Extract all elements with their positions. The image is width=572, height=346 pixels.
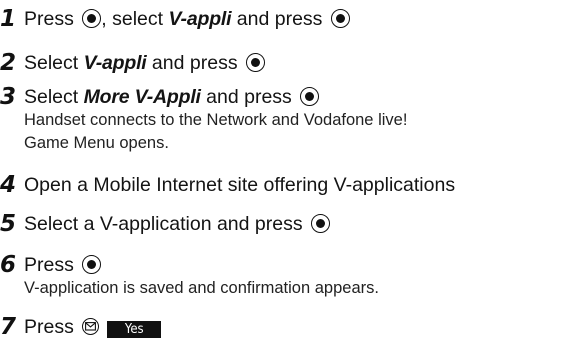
step-text: Select a V-application and press bbox=[24, 211, 331, 237]
center-select-key-icon bbox=[246, 53, 265, 72]
step-text: Open a Mobile Internet site offering V-a… bbox=[24, 174, 456, 196]
center-select-key-icon bbox=[311, 214, 331, 233]
step-text: Select V-appli and press bbox=[24, 50, 265, 76]
step-text-part: Press bbox=[24, 316, 80, 338]
step-text-part: Select a V-application and press bbox=[24, 213, 309, 235]
step-text-part: Select bbox=[24, 86, 84, 108]
menu-item-name: V-appli bbox=[83, 52, 147, 74]
step-number: 7 bbox=[0, 314, 17, 340]
step-text: Press Yes bbox=[24, 314, 162, 340]
menu-item-name: V-appli bbox=[168, 8, 232, 30]
step-text: Press , select V-appli and press bbox=[24, 6, 350, 32]
step-text-part: and press bbox=[231, 8, 328, 30]
step-detail-line: Handset connects to the Network and Voda… bbox=[24, 111, 408, 129]
step-number: 3 bbox=[0, 84, 17, 110]
step-text-part: Press bbox=[24, 8, 80, 30]
step-number: 4 bbox=[0, 172, 17, 198]
menu-item-name: More V-Appli bbox=[83, 86, 201, 108]
center-select-key-icon bbox=[330, 9, 350, 28]
yes-softkey-label: Yes bbox=[107, 321, 162, 338]
step-detail-line: Game Menu opens. bbox=[24, 134, 169, 152]
step-text: Press bbox=[24, 252, 102, 278]
step-text-part: , select bbox=[101, 8, 169, 30]
center-select-key-icon bbox=[300, 87, 320, 106]
step-detail-line: V-application is saved and confirmation … bbox=[24, 279, 379, 297]
step-number: 2 bbox=[0, 50, 17, 76]
step-text: Select More V-Appli and press bbox=[24, 84, 320, 110]
step-number: 5 bbox=[0, 211, 17, 237]
center-select-key-icon bbox=[82, 9, 102, 28]
step-text-part: Press bbox=[24, 254, 80, 276]
step-text-part: Select bbox=[24, 52, 84, 74]
instruction-steps: 1 Press , select V-appli and press 2 Sel… bbox=[0, 0, 572, 346]
step-text-part: and press bbox=[200, 86, 298, 108]
step-text-part: and press bbox=[146, 52, 243, 74]
step-number: 6 bbox=[0, 252, 17, 278]
step-number: 1 bbox=[0, 6, 17, 32]
mail-key-icon bbox=[82, 318, 100, 335]
center-select-key-icon bbox=[82, 255, 102, 274]
